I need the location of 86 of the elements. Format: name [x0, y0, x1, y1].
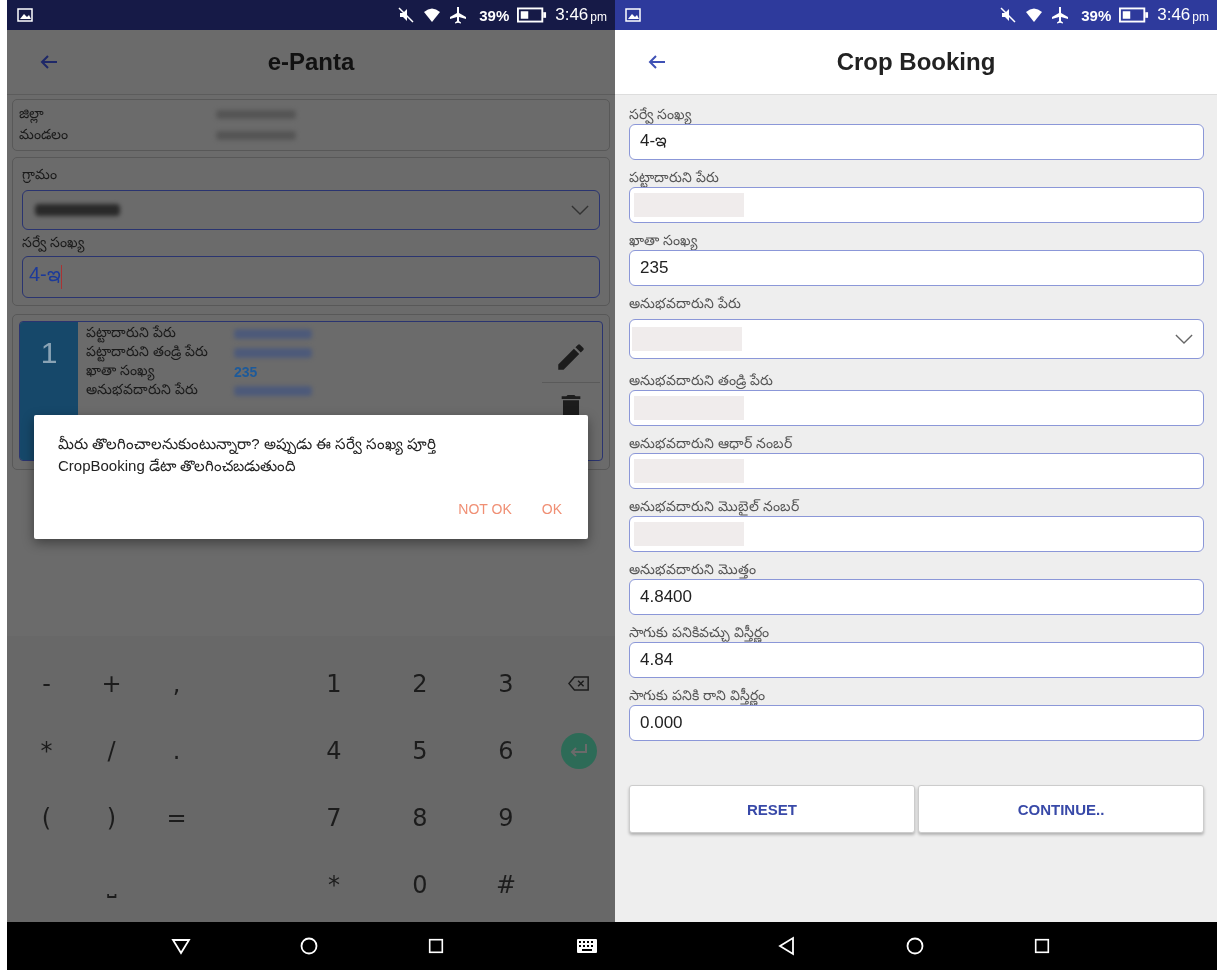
status-time: 3:46	[1157, 5, 1191, 25]
field-value: 235	[234, 363, 258, 380]
keyboard-key[interactable]: =	[144, 794, 209, 841]
field-label: అనుభవదారుని తండ్రి పేరు	[629, 371, 774, 390]
keyboard-icon[interactable]	[577, 939, 597, 953]
keyboard-key[interactable]: 4	[291, 727, 377, 774]
keyboard-key[interactable]: ,	[144, 660, 209, 707]
keyboard-key[interactable]: /	[79, 727, 144, 774]
keyboard-key[interactable]: 2	[377, 660, 463, 707]
keyboard-key[interactable]: 8	[377, 794, 463, 841]
keyboard-key[interactable]: 3	[463, 660, 549, 707]
field-label: మండలం	[19, 125, 69, 144]
chevron-down-icon	[571, 204, 589, 216]
survey-number-input[interactable]: 4-ఇ	[22, 256, 600, 298]
input-field[interactable]: 0.000	[629, 705, 1204, 741]
input-field[interactable]	[629, 187, 1204, 223]
screen-title: e-Panta	[267, 48, 355, 76]
keyboard-key[interactable]: .	[144, 727, 209, 774]
dialog-button[interactable]: NOT OK	[450, 497, 520, 521]
home-icon[interactable]	[299, 936, 319, 956]
battery-icon	[517, 6, 548, 24]
wifi-icon	[1025, 6, 1044, 24]
field-label: జిల్లా	[19, 104, 45, 125]
village-dropdown[interactable]	[22, 190, 600, 230]
keyboard-key[interactable]: 7	[291, 794, 377, 841]
input-field[interactable]: 4.8400	[629, 579, 1204, 615]
field-label: పట్టాదారుని తండ్రి పేరు	[86, 342, 234, 363]
keyboard-key[interactable]: 1	[291, 660, 377, 707]
field-label: పట్టాదారుని పేరు	[629, 168, 720, 187]
input-field[interactable]: 4.84	[629, 642, 1204, 678]
field-label: అనుభవదారుని మొత్తం	[629, 560, 757, 579]
input-value: 4-ఇ	[29, 263, 61, 287]
wifi-icon	[423, 6, 442, 24]
keyboard-key[interactable]: *	[291, 861, 377, 908]
field-label: పట్టాదారుని పేరు	[86, 323, 234, 344]
screen-title: Crop Booking	[836, 48, 996, 76]
keyboard-key[interactable]: #	[463, 861, 549, 908]
airplane-icon	[1051, 6, 1070, 24]
home-icon[interactable]	[905, 936, 925, 956]
field-label: గ్రామం	[22, 166, 58, 185]
field-label: ఖాతా సంఖ్య	[86, 361, 234, 382]
keyboard-key[interactable]: 6	[463, 727, 549, 774]
battery-icon	[1119, 6, 1150, 24]
input-field[interactable]	[629, 390, 1204, 426]
chevron-down-icon	[1175, 333, 1193, 345]
mute-icon	[999, 6, 1018, 24]
battery-percent: 39%	[479, 6, 510, 24]
field-label: అనుభవదారుని మొబైల్ నంబర్	[629, 497, 800, 516]
field-label: సాగుకు పనికివచ్చు విస్తీర్ణం	[629, 623, 770, 642]
input-field[interactable]: 4-ఇ	[629, 124, 1204, 160]
field-label: అనుభవదారుని పేరు	[86, 380, 199, 399]
field-label: అనుభవదారుని పేరు	[629, 294, 742, 313]
keyboard-key[interactable]: +	[79, 660, 144, 707]
action-button[interactable]: CONTINUE..	[918, 785, 1204, 833]
battery-percent: 39%	[1081, 6, 1112, 24]
image-icon	[17, 7, 33, 23]
input-field[interactable]: 235	[629, 250, 1204, 286]
mute-icon	[397, 6, 416, 24]
dialog-button[interactable]: OK	[533, 497, 570, 521]
status-time-suffix: pm	[1192, 10, 1209, 24]
recents-icon[interactable]	[1033, 937, 1051, 955]
keyboard-key[interactable]: 9	[463, 794, 549, 841]
input-field[interactable]	[629, 516, 1204, 552]
keyboard-key[interactable]: *	[14, 727, 79, 774]
status-time: 3:46	[555, 5, 589, 25]
dropdown-field[interactable]	[629, 319, 1204, 359]
field-label: సర్వే సంఖ్య	[629, 105, 693, 124]
airplane-icon	[449, 6, 468, 24]
keyboard-key[interactable]: (	[14, 794, 79, 841]
image-icon	[625, 7, 641, 23]
field-label: అనుభవదారుని ఆధార్ నంబర్	[629, 434, 793, 453]
keyboard-key[interactable]: ⎵	[79, 861, 144, 908]
field-label: సర్వే సంఖ్య	[22, 234, 600, 254]
field-label: సాగుకు పనికి రాని విస్తీర్ణం	[629, 686, 766, 705]
keyboard-key[interactable]: -	[14, 660, 79, 707]
backspace-icon[interactable]	[568, 675, 590, 692]
field-label: ఖాతా సంఖ్య	[629, 231, 699, 250]
keyboard-key[interactable]: )	[79, 794, 144, 841]
back-icon[interactable]	[777, 936, 797, 956]
status-time-suffix: pm	[590, 10, 607, 24]
back-icon[interactable]	[171, 936, 191, 956]
keyboard-key[interactable]: 5	[377, 727, 463, 774]
recents-icon[interactable]	[427, 937, 445, 955]
input-field[interactable]	[629, 453, 1204, 489]
action-button[interactable]: RESET	[629, 785, 915, 833]
keyboard-key[interactable]: 0	[377, 861, 463, 908]
